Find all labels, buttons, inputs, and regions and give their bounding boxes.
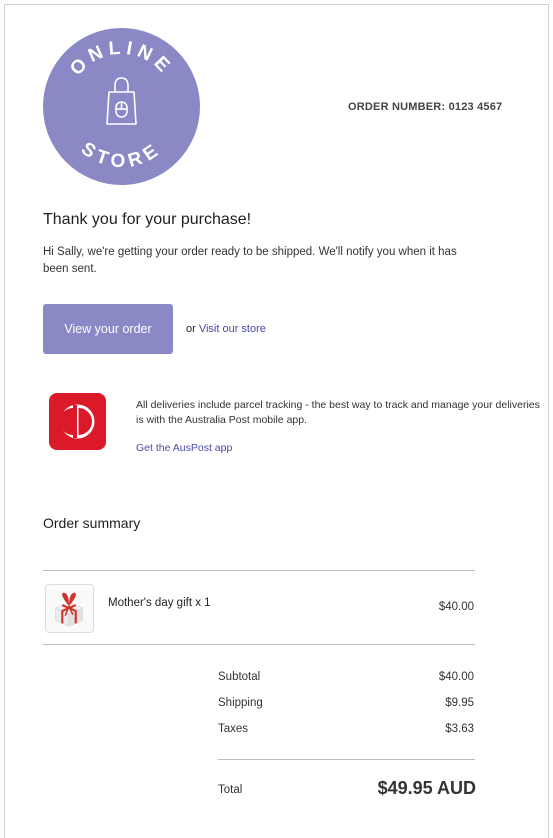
shipping-label: Shipping (218, 697, 263, 709)
divider (218, 759, 475, 760)
or-text: or (186, 323, 196, 335)
visit-store-link[interactable]: Visit our store (199, 323, 266, 335)
taxes-value: $3.63 (445, 723, 474, 735)
intro-text: Hi Sally, we're getting your order ready… (43, 246, 457, 275)
subtotal-value: $40.00 (438, 671, 474, 683)
page-title: Thank you for your purchase! (43, 211, 252, 228)
divider (43, 570, 475, 571)
shipping-value: $9.95 (445, 697, 474, 709)
subtotal-label: Subtotal (218, 671, 261, 683)
gift-box-icon (54, 592, 84, 627)
item-thumbnail (45, 584, 94, 633)
auspost-logo-icon (49, 393, 106, 450)
visit-store-line: or Visit our store (186, 323, 266, 335)
total-value: $49.95 AUD (377, 778, 476, 798)
online-store-logo: ONLINE STORE (43, 28, 200, 185)
order-number: ORDER NUMBER: 0123 4567 (348, 101, 503, 113)
delivery-info-text: All deliveries include parcel tracking -… (136, 399, 540, 426)
taxes-label: Taxes (218, 723, 249, 735)
item-price: $40.00 (438, 601, 474, 613)
item-name: Mother's day gift x 1 (108, 597, 211, 609)
order-summary-title: Order summary (43, 515, 141, 531)
total-label: Total (218, 784, 243, 796)
get-auspost-app-link[interactable]: Get the AusPost app (136, 442, 232, 454)
view-order-button[interactable]: View your order (43, 304, 173, 354)
divider (43, 644, 475, 645)
